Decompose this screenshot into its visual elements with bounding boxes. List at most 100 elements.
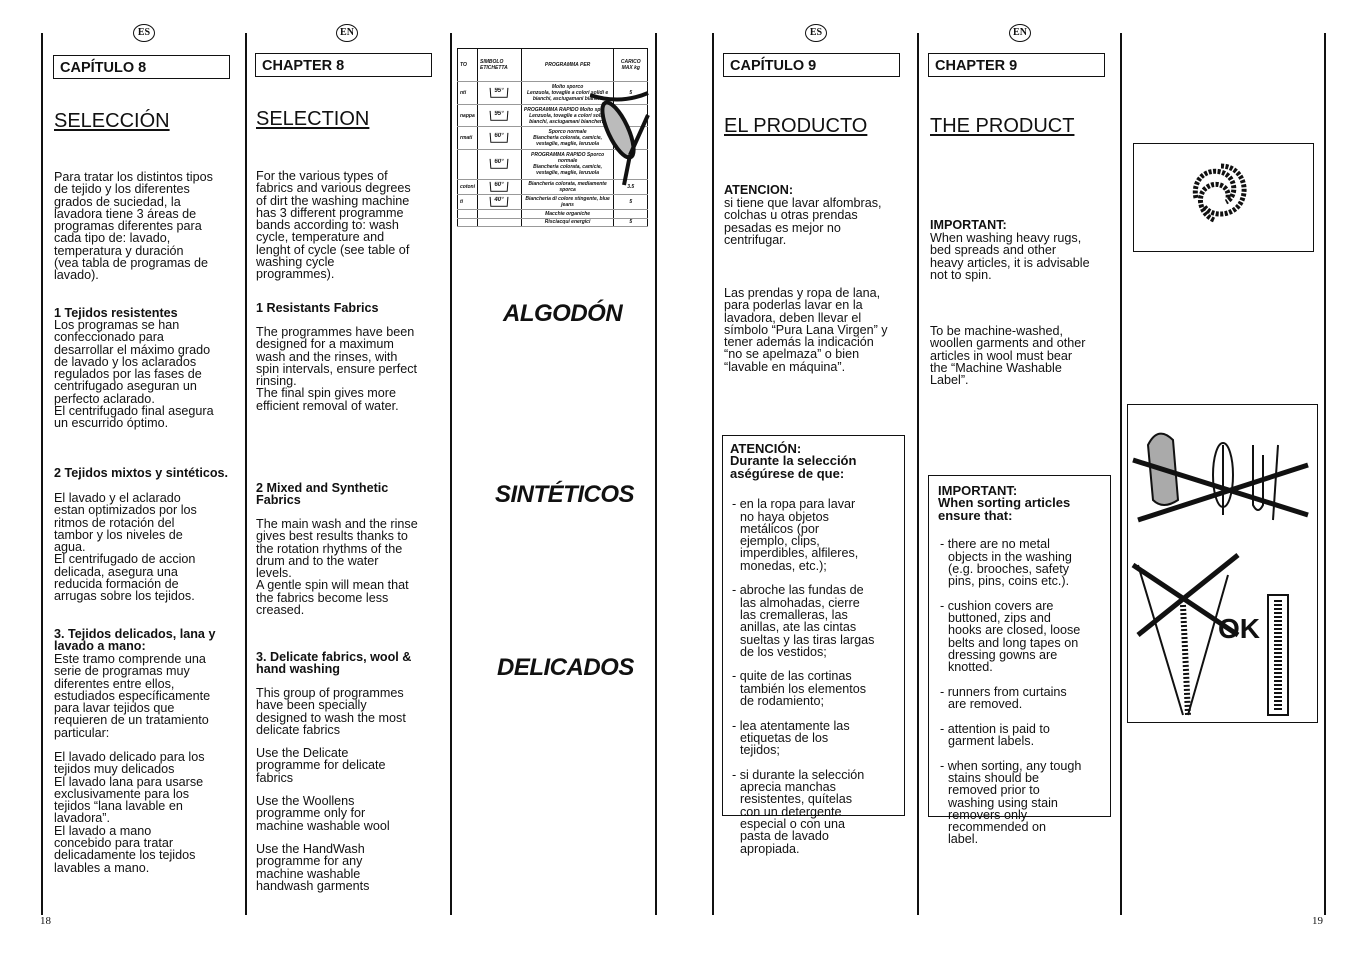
chapter-heading: CHAPTER 8	[255, 53, 432, 77]
programme-cell: Risciacqui energici	[521, 218, 615, 228]
symbol-cell: 60°	[477, 149, 522, 180]
wash-tub-icon: 95°	[489, 110, 509, 121]
list-item: - when sorting, any tough stains should …	[940, 758, 1082, 847]
divider	[1324, 33, 1326, 915]
subheading: 3. Delicate fabrics, wool & hand washing	[256, 650, 412, 677]
woolmark-icon	[1192, 163, 1247, 223]
cotton-hand-drawn-mark	[590, 91, 650, 186]
paragraph: El lavado y el aclarado estan optimizado…	[54, 491, 197, 604]
divider	[655, 33, 657, 915]
programme-cell: Macchie organiche	[521, 209, 615, 219]
subheading: 2 Tejidos mixtos y sintéticos.	[54, 466, 229, 480]
fabric-cell: rmati	[457, 126, 478, 150]
fabric-cell	[457, 209, 478, 219]
subheading: 1 Resistants Fabrics	[256, 301, 379, 315]
section-title: SELECCIÓN	[54, 110, 170, 132]
list-item: - cushion covers are buttoned, zips and …	[940, 598, 1081, 675]
language-badge-es: ES	[133, 24, 155, 42]
table-header: CARICO MAX kg	[613, 48, 648, 83]
wash-tub-icon: 95°	[489, 87, 509, 98]
fabric-cell: nti	[457, 81, 478, 105]
warning-box: IMPORTANT: When sorting articles ensure …	[928, 475, 1111, 846]
language-badge-es: ES	[805, 24, 827, 42]
paragraph: Use the HandWash programme for any machi…	[256, 842, 370, 893]
programme-cell: Biancheria di colore stingente, blue jea…	[521, 194, 615, 211]
paragraph: si tiene que lavar alfombras, colchas u …	[724, 196, 882, 247]
page-number: 18	[40, 915, 51, 927]
chapter-heading: CAPÍTULO 9	[723, 53, 900, 77]
list-item: - runners from curtains are removed.	[940, 684, 1067, 712]
table-row: Macchie organiche	[457, 209, 648, 219]
band-label-cotton: ALGODÓN	[503, 300, 623, 327]
list-item: - there are no metal objects in the wash…	[940, 537, 1072, 589]
divider	[41, 33, 43, 915]
fabric-cell	[457, 149, 478, 180]
section-title: THE PRODUCT	[930, 115, 1075, 137]
symbol-cell	[477, 218, 522, 228]
divider	[917, 33, 919, 915]
paragraph: The programmes have been designed for a …	[256, 325, 418, 413]
symbol-cell: 95°	[477, 104, 522, 128]
woolmark-logo-box	[1133, 143, 1314, 252]
table-header: TO	[457, 48, 478, 83]
band-label-delicates: DELICADOS	[497, 654, 634, 681]
box-title: ATENCIÓN: Durante la selección aségúrese…	[730, 441, 857, 481]
band-label-synthetics: SINTÉTICOS	[495, 481, 635, 508]
paragraph: Use the Woollens programme only for mach…	[256, 794, 390, 833]
section-title: SELECTION	[256, 108, 370, 130]
paragraph: To be machine-washed, woollen garments a…	[930, 324, 1086, 388]
table-row: ti 40° Biancheria di colore stingente, b…	[457, 194, 648, 211]
list-item: - si durante la selección aprecia mancha…	[732, 767, 865, 856]
paragraph: Este tramo comprende una serie de progra…	[54, 652, 211, 740]
paragraph: Use the Delicate programme for delicate …	[256, 746, 386, 785]
brooch-pins-icon	[1146, 432, 1279, 521]
symbol-cell	[477, 209, 522, 219]
subheading: 2 Mixed and Synthetic Fabrics	[256, 481, 389, 508]
wash-tub-icon: 60°	[489, 181, 509, 192]
closed-zipper-icon	[1267, 594, 1289, 716]
fabric-cell: ti	[457, 194, 478, 211]
symbol-cell: 95°	[477, 81, 522, 105]
warning-box: ATENCIÓN: Durante la selección aségúrese…	[722, 435, 905, 855]
list-item: - lea atentamente las etiquetas de los t…	[732, 718, 850, 758]
table-header: SIMBOLO ETICHETTA	[477, 48, 522, 83]
fabric-cell: nappa	[457, 104, 478, 128]
chapter-heading: CHAPTER 9	[928, 53, 1105, 77]
table-header: PROGRAMMA PER	[521, 48, 615, 83]
paragraph: Las prendas y ropa de lana, para poderla…	[724, 286, 888, 374]
language-badge-en: EN	[336, 24, 358, 42]
paragraph: The main wash and the rinse gives best r…	[256, 517, 418, 618]
divider	[712, 33, 714, 915]
load-cell	[613, 209, 648, 219]
paragraph: Para tratar los distintos tipos de tejid…	[54, 170, 213, 283]
list-item: - abroche las fundas de las almohadas, c…	[732, 583, 875, 659]
subheading: IMPORTANT:	[930, 218, 1007, 232]
subheading: 3. Tejidos delicados, lana y lavado a ma…	[54, 627, 216, 654]
list-item: - quite de las cortinas también los elem…	[732, 669, 867, 709]
paragraph: When washing heavy rugs, bed spreads and…	[930, 231, 1090, 282]
ok-label: OK	[1218, 613, 1260, 644]
checklist: - there are no metal objects in the wash…	[938, 526, 1108, 858]
wash-tub-icon: 60°	[489, 132, 509, 143]
fabric-cell: cotoni	[457, 179, 478, 195]
paragraph: El lavado delicado para los tejidos muy …	[54, 750, 205, 875]
divider	[1120, 33, 1122, 915]
symbol-cell: 60°	[477, 126, 522, 150]
paragraph: For the various types of fabrics and var…	[256, 169, 411, 282]
language-badge-en: EN	[1009, 24, 1031, 42]
page-number: 19	[1312, 915, 1323, 927]
chapter-heading: CAPÍTULO 8	[53, 55, 230, 79]
list-item: - en la ropa para lavar no haya objetos …	[732, 497, 859, 573]
list-item: - attention is paid to garment labels.	[940, 721, 1050, 749]
paragraph: Los programas se han confeccionado para …	[54, 318, 214, 431]
paragraph: This group of programmes have been speci…	[256, 686, 406, 737]
fabric-cell	[457, 218, 478, 228]
wash-tub-icon: 40°	[489, 196, 509, 207]
checklist: - en la ropa para lavar no haya objetos …	[730, 486, 902, 867]
manual-spread: ES EN ES EN CAPÍTULO 8 SELECCIÓN Para tr…	[0, 0, 1351, 954]
section-title: EL PRODUCTO	[724, 115, 868, 137]
zipper-icon	[1137, 564, 1229, 716]
divider	[245, 33, 247, 915]
divider	[450, 33, 452, 915]
symbol-cell: 60°	[477, 179, 522, 195]
